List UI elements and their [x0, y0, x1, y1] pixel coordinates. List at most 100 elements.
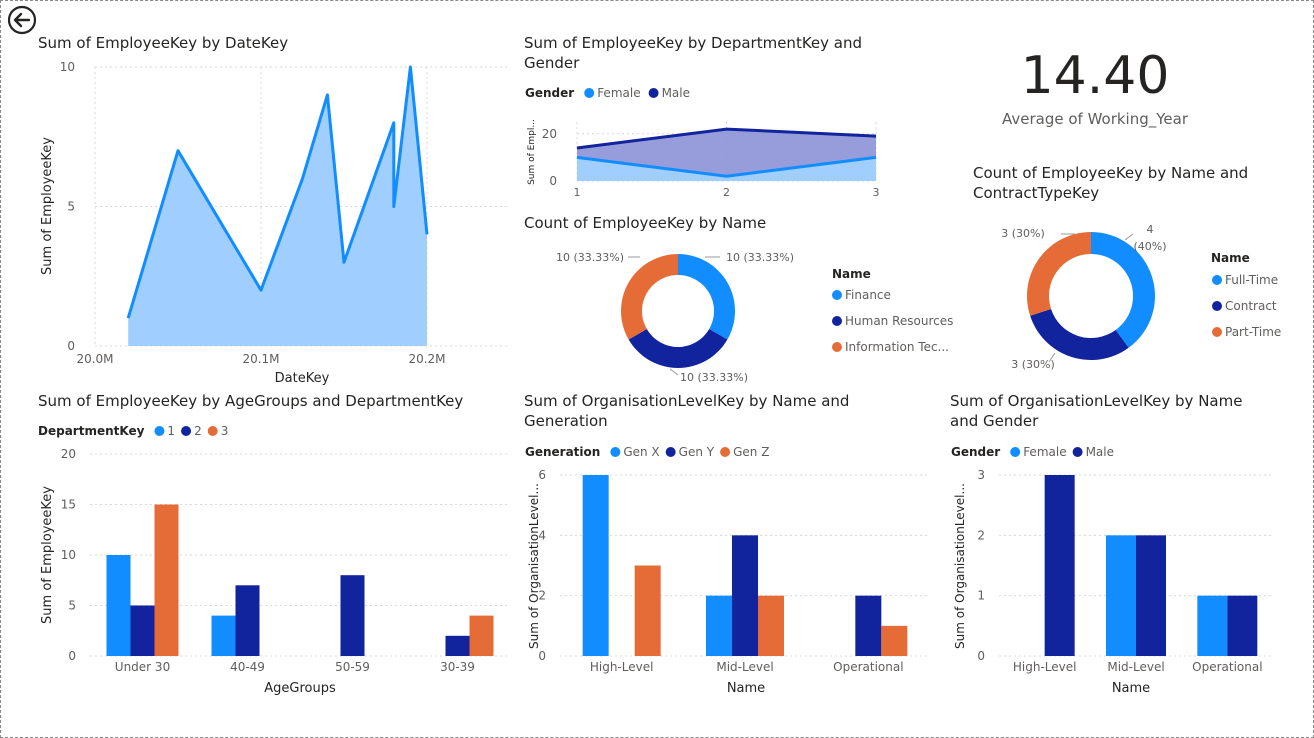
- legend-label: Full-Time: [1225, 273, 1278, 287]
- x-tick-label: 1: [574, 186, 581, 199]
- y-axis-label: Sum of OrganisationLevel...: [953, 483, 967, 649]
- data-label: (40%): [1133, 240, 1166, 253]
- legend-label: Male: [662, 86, 690, 100]
- bar: [758, 595, 784, 656]
- generation-bar-chart[interactable]: Generation Gen X Gen Y Gen Z0246High-Level M…: [520, 438, 940, 700]
- data-label: 10 (33.33%): [680, 371, 748, 384]
- bar: [1106, 535, 1136, 656]
- y-tick-label: 0: [67, 339, 75, 353]
- area-fill: [128, 67, 427, 346]
- legend-marker: [1212, 275, 1222, 285]
- legend-label: 1: [167, 424, 175, 438]
- y-tick-label: 5: [68, 599, 76, 613]
- y-tick-label: 3: [977, 468, 985, 482]
- legend-title: Name: [832, 267, 871, 281]
- donut-slice: [621, 254, 678, 340]
- data-label: 3 (30%): [1011, 358, 1055, 371]
- bar: [130, 605, 155, 656]
- y-axis-label: Sum of EmployeeKey: [40, 486, 55, 624]
- date-area-chart[interactable]: 0 5 10 20.0M 20.1M 20.2M DateKey Sum of Employe…: [30, 55, 520, 390]
- data-label: 3 (30%): [1001, 227, 1045, 240]
- contract-donut-chart[interactable]: 4 (40%) 3 (30%) 3 (30%) Name Full-Time Contrac…: [965, 210, 1310, 385]
- legend-label: Gen X: [623, 445, 659, 459]
- kpi-label: Average of Working_Year: [1001, 110, 1189, 128]
- legend-label: Gen Z: [733, 445, 769, 459]
- back-button[interactable]: [7, 5, 37, 35]
- gender-bar-chart[interactable]: Gender Female Male 0 1 2 3 High-Level Mid-Level O…: [946, 438, 1286, 700]
- bar: [235, 585, 260, 656]
- legend-title: Gender: [525, 86, 574, 100]
- legend-marker: [610, 447, 621, 457]
- x-axis-label: DateKey: [275, 371, 330, 386]
- bar: [582, 475, 609, 656]
- bar: [340, 575, 365, 656]
- y-axis-label: Sum of Empl...: [527, 119, 537, 185]
- legend-label: Part-Time: [1225, 325, 1281, 339]
- donut-slice: [1027, 232, 1091, 316]
- generation-bar-chart-title: Sum of OrganisationLevelKey by Name and …: [524, 391, 924, 431]
- x-axis-label: Name: [1112, 681, 1150, 696]
- gender-bar-chart-title-line2: and Gender: [950, 412, 1039, 430]
- x-tick-label: 20.2M: [408, 352, 445, 366]
- legend-marker: [154, 426, 165, 436]
- legend-marker: [720, 447, 731, 457]
- x-axis-label: Name: [727, 681, 765, 696]
- legend-label: Finance: [845, 288, 891, 302]
- bar: [881, 625, 908, 656]
- x-tick-label: Operational: [833, 660, 903, 674]
- name-donut-chart[interactable]: 10 (33.33%) 10 (33.33%) 10 (33.33%) Name Fin…: [520, 235, 960, 390]
- legend-marker: [832, 316, 842, 326]
- bar: [154, 504, 179, 656]
- x-tick-label: 20.0M: [76, 352, 113, 366]
- legend-marker: [648, 88, 659, 98]
- x-tick-label: 30-39: [440, 660, 475, 674]
- legend-title: DepartmentKey: [38, 424, 145, 438]
- y-tick-label: 0: [549, 174, 557, 188]
- age-bar-chart[interactable]: DepartmentKey 1 2 3 0 5 10 15 20 Under 30 40-49 50-…: [30, 415, 520, 700]
- name-donut-title: Count of EmployeeKey by Name: [524, 214, 767, 232]
- legend-marker: [665, 447, 676, 457]
- legend-label: Female: [1023, 445, 1066, 459]
- x-tick-label: Under 30: [115, 660, 170, 674]
- bar: [855, 595, 882, 656]
- legend-marker: [207, 426, 218, 436]
- legend-label: Gen Y: [679, 445, 715, 459]
- dept-gender-area-chart[interactable]: Gender Female Male 0 20 1 2 3 Sum of Empl...: [520, 80, 890, 205]
- donut-slice: [678, 254, 735, 340]
- y-tick-label: 5: [67, 200, 75, 214]
- y-tick-label: 1: [977, 589, 985, 603]
- contract-donut-title-line1: Count of EmployeeKey by Name and: [973, 164, 1249, 182]
- bar: [732, 535, 758, 656]
- bar: [106, 555, 131, 656]
- legend-label: 3: [221, 424, 229, 438]
- y-tick-label: 2: [977, 528, 985, 542]
- bar: [469, 615, 494, 656]
- y-tick-label: 15: [61, 498, 76, 512]
- bar: [706, 595, 732, 656]
- legend-marker: [584, 88, 595, 98]
- data-label: 10 (33.33%): [726, 251, 794, 264]
- bar: [1197, 595, 1228, 656]
- bar: [1044, 475, 1075, 656]
- legend-label: Female: [597, 86, 640, 100]
- legend-marker: [1212, 301, 1222, 311]
- data-label: 4: [1147, 223, 1154, 236]
- legend-label: 2: [194, 424, 202, 438]
- y-tick-label: 20: [542, 127, 557, 141]
- donut-slice: [1030, 308, 1129, 360]
- leader-line: [669, 368, 679, 376]
- x-tick-label: 50-59: [335, 660, 370, 674]
- x-tick-label: Operational: [1192, 660, 1262, 674]
- x-tick-label: 2: [723, 186, 730, 199]
- legend-marker: [181, 426, 192, 436]
- dept-gender-chart-title: Sum of EmployeeKey by DepartmentKey and …: [524, 33, 904, 73]
- y-tick-label: 0: [68, 649, 76, 663]
- legend-marker: [1010, 447, 1021, 457]
- x-tick-label: 3: [873, 186, 880, 199]
- legend-title: Generation: [525, 445, 600, 459]
- date-area-chart-title: Sum of EmployeeKey by DateKey: [38, 34, 289, 52]
- x-tick-label: 20.1M: [242, 352, 279, 366]
- y-tick-label: 10: [60, 60, 75, 74]
- bar: [211, 615, 236, 656]
- x-axis-label: AgeGroups: [264, 681, 336, 696]
